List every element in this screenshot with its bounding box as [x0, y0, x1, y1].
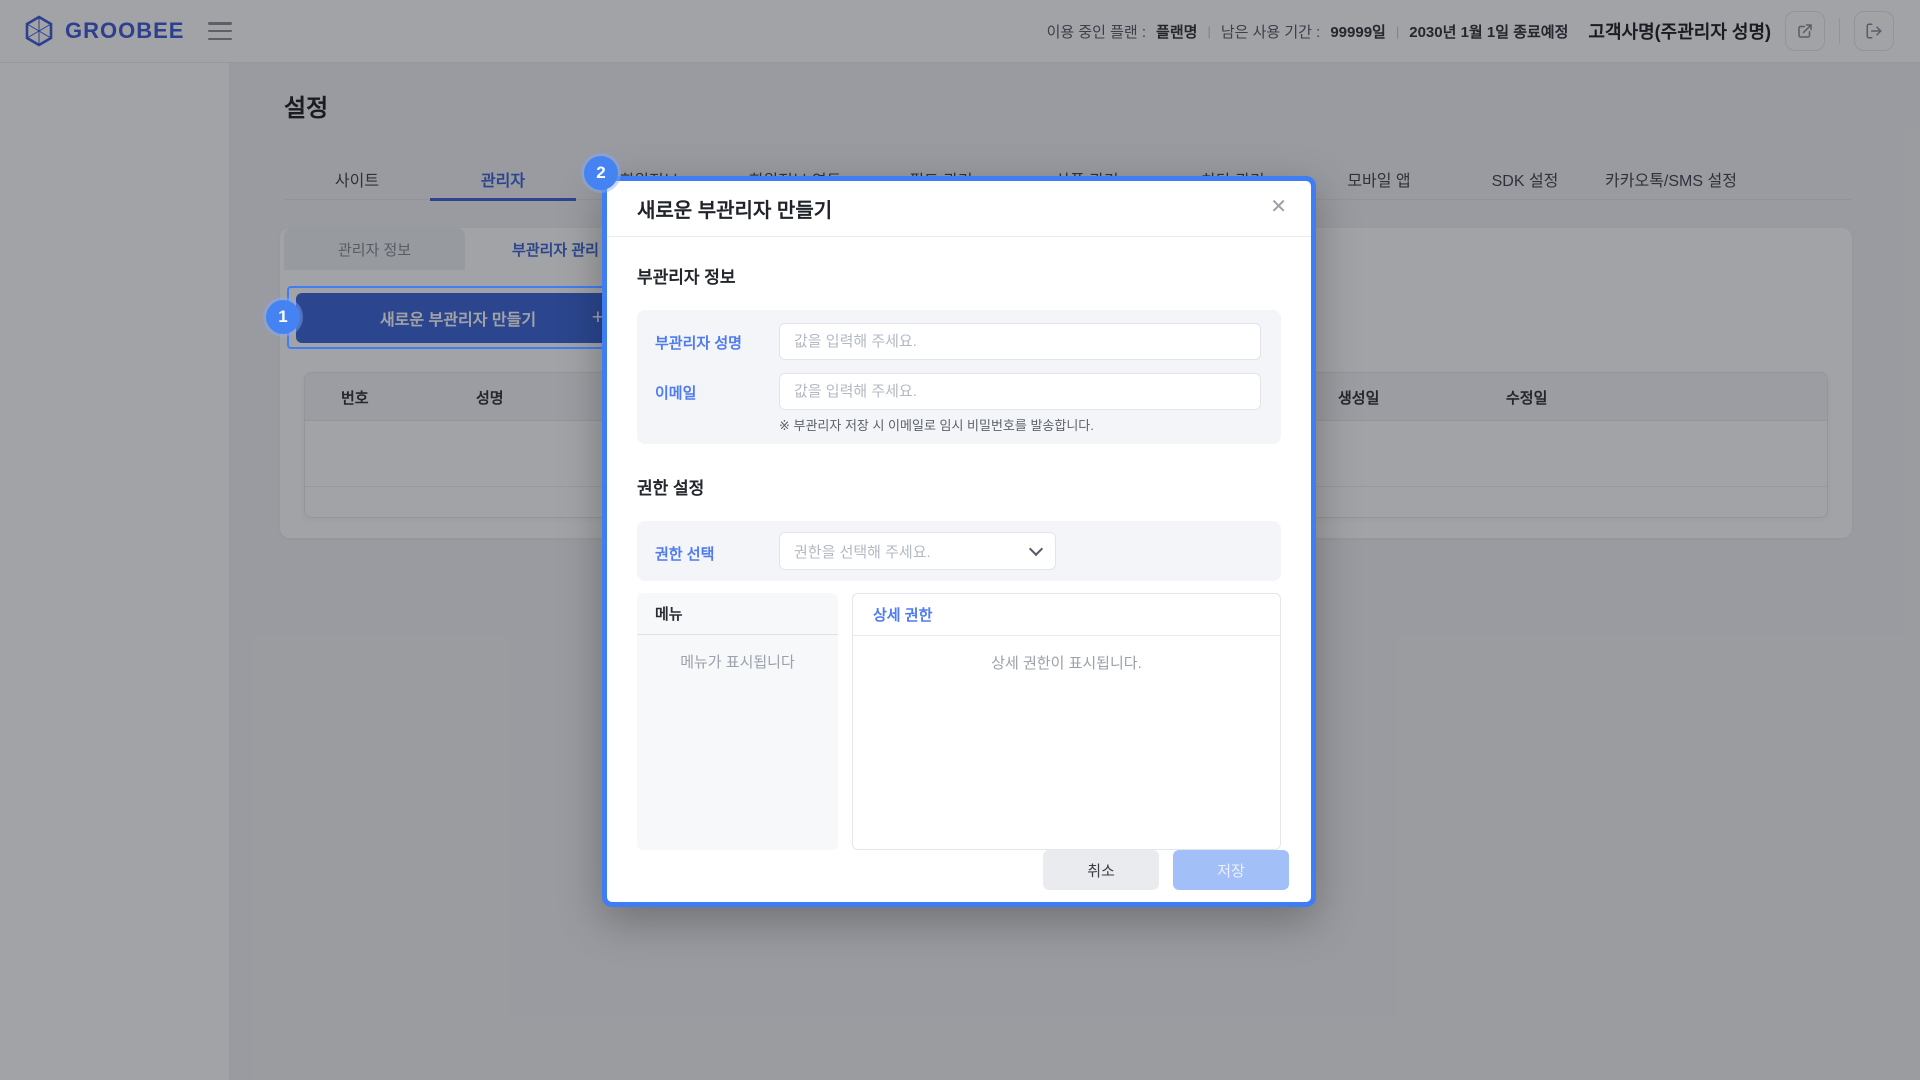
- permission-select[interactable]: 권한을 선택해 주세요.: [779, 532, 1056, 570]
- permission-select-placeholder: 권한을 선택해 주세요.: [794, 541, 1031, 562]
- subadmin-info-fieldset: 부관리자 성명 이메일 ※ 부관리자 저장 시 이메일로 임시 비밀번호를 발송…: [637, 310, 1281, 444]
- tutorial-step-2-badge: 2: [584, 156, 618, 190]
- email-input[interactable]: [779, 373, 1261, 410]
- email-label: 이메일: [655, 382, 696, 403]
- tutorial-step-1-badge: 1: [266, 300, 300, 334]
- modal-body: 부관리자 정보 부관리자 성명 이메일 ※ 부관리자 저장 시 이메일로 임시 …: [607, 263, 1311, 850]
- menu-panel-header: 메뉴: [637, 593, 838, 635]
- section-subadmin-info: 부관리자 정보: [637, 263, 1281, 288]
- permission-panels: 메뉴 메뉴가 표시됩니다 상세 권한 상세 권한이 표시됩니다.: [637, 593, 1281, 850]
- name-label: 부관리자 성명: [655, 332, 742, 353]
- permission-fieldset: 권한 선택 권한을 선택해 주세요.: [637, 521, 1281, 581]
- tutorial-highlight-box: [287, 286, 620, 349]
- detail-permission-panel: 상세 권한 상세 권한이 표시됩니다.: [852, 593, 1281, 850]
- modal-header: 새로운 부관리자 만들기 ✕: [607, 181, 1311, 237]
- menu-panel-empty-text: 메뉴가 표시됩니다: [637, 651, 838, 672]
- menu-panel: 메뉴 메뉴가 표시됩니다: [637, 593, 838, 850]
- modal-footer: 취소 저장: [1043, 850, 1289, 890]
- email-note: ※ 부관리자 저장 시 이메일로 임시 비밀번호를 발송합니다.: [779, 415, 1094, 434]
- name-input[interactable]: [779, 323, 1261, 360]
- save-button[interactable]: 저장: [1173, 850, 1289, 890]
- close-icon[interactable]: ✕: [1270, 197, 1287, 217]
- detail-panel-empty-text: 상세 권한이 표시됩니다.: [853, 652, 1280, 673]
- section-permission: 권한 설정: [637, 474, 1281, 499]
- permission-label: 권한 선택: [655, 543, 714, 564]
- app-viewport: GROOBEE 이용 중인 플랜 : 플랜명 | 남은 사용 기간 : 9999…: [0, 0, 1920, 1080]
- modal-title: 새로운 부관리자 만들기: [637, 194, 832, 223]
- chevron-down-icon: [1029, 541, 1043, 555]
- detail-panel-header: 상세 권한: [853, 594, 1280, 636]
- create-subadmin-modal: 새로운 부관리자 만들기 ✕ 부관리자 정보 부관리자 성명 이메일 ※ 부관리…: [602, 176, 1316, 907]
- cancel-button[interactable]: 취소: [1043, 850, 1159, 890]
